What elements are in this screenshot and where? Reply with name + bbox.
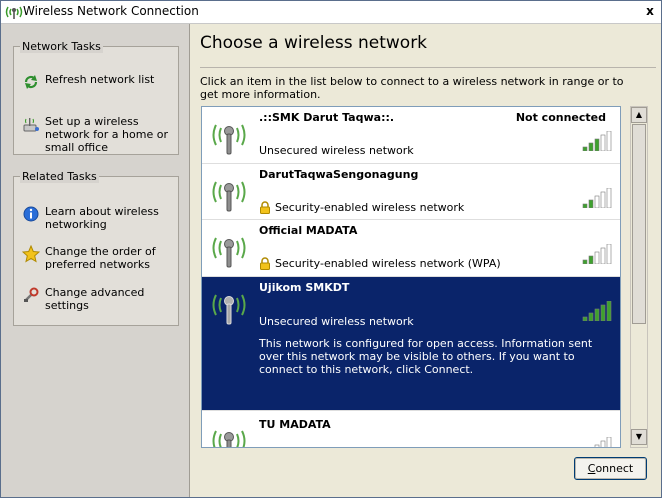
signal-bar (600, 440, 606, 447)
change-advanced-settings-label: Change advanced settings (45, 286, 145, 312)
signal-strength-icon (582, 131, 612, 151)
title-bar[interactable]: Wireless Network Connection x (1, 1, 661, 24)
signal-bar (600, 304, 606, 321)
network-security-label: Unsecured wireless network (259, 144, 414, 157)
antenna-icon (212, 124, 246, 155)
network-item-selected[interactable]: Ujikom SMKDT Unsecured wireless network … (202, 277, 620, 411)
signal-bar (606, 131, 612, 151)
refresh-network-list-link[interactable]: Refresh network list (22, 73, 172, 91)
antenna-icon (212, 237, 246, 268)
setup-wireless-network-label: Set up a wireless network for a home or … (45, 115, 168, 154)
change-order-preferred-link[interactable]: Change the order of preferred networks (22, 245, 172, 271)
network-ssid: .::SMK Darut Taqwa::. (259, 111, 395, 124)
wireless-icon (5, 6, 23, 19)
signal-strength-icon (594, 437, 612, 447)
signal-strength-icon (582, 244, 612, 264)
divider (200, 67, 656, 68)
signal-bar (594, 251, 600, 264)
signal-bar (582, 316, 588, 321)
network-tasks-panel: Network Tasks Refresh network list Set u… (13, 40, 179, 155)
network-security-label: Unsecured wireless network (259, 315, 414, 328)
signal-bar (594, 195, 600, 208)
signal-bar (600, 191, 606, 208)
close-icon[interactable]: x (643, 4, 657, 18)
lock-icon (260, 201, 270, 214)
instructions-text: Click an item in the list below to conne… (200, 75, 624, 101)
network-list[interactable]: .::SMK Darut Taqwa::. Not connected Unse… (201, 106, 621, 448)
lock-icon (260, 257, 270, 270)
signal-bar (582, 146, 588, 151)
network-security-label: Security-enabled wireless network (275, 201, 465, 214)
settings-icon (24, 287, 39, 302)
antenna-icon (212, 294, 246, 325)
network-ssid: DarutTaqwaSengonagung (259, 168, 419, 181)
signal-strength-icon (582, 188, 612, 208)
network-ssid: Official MADATA (259, 224, 358, 237)
setup-network-icon (23, 118, 39, 132)
signal-bar (588, 312, 594, 321)
sidebar: Network Tasks Refresh network list Set u… (1, 24, 190, 497)
signal-bar (594, 308, 600, 321)
network-item[interactable]: .::SMK Darut Taqwa::. Not connected Unse… (202, 107, 620, 164)
refresh-network-list-label: Refresh network list (45, 73, 155, 86)
connect-button[interactable]: Connect (574, 457, 647, 480)
network-status: Not connected (515, 111, 606, 124)
setup-wireless-network-link[interactable]: Set up a wireless network for a home or … (22, 115, 172, 154)
antenna-icon (212, 430, 246, 447)
scroll-thumb[interactable] (632, 124, 646, 324)
network-item[interactable]: TU MADATA (202, 411, 620, 447)
network-security: Security-enabled wireless network (259, 201, 464, 214)
learn-about-wireless-link[interactable]: Learn about wireless networking (22, 205, 172, 231)
signal-bar (606, 301, 612, 321)
network-security: Unsecured wireless network (259, 144, 414, 157)
connect-button-label: onnect (595, 462, 634, 475)
signal-bar (588, 142, 594, 151)
signal-bar (582, 203, 588, 208)
refresh-icon (24, 75, 38, 89)
signal-bar (600, 134, 606, 151)
network-security: Unsecured wireless network (259, 315, 414, 328)
signal-bar (606, 188, 612, 208)
window-title: Wireless Network Connection (23, 4, 199, 18)
scroll-up-arrow-icon[interactable]: ▲ (631, 107, 647, 123)
network-security: Security-enabled wireless network (WPA) (259, 257, 501, 270)
star-icon (22, 245, 40, 263)
network-list-scrollbar[interactable]: ▲ ▼ (630, 106, 648, 448)
signal-bar (606, 244, 612, 264)
page-title: Choose a wireless network (200, 33, 428, 53)
change-advanced-settings-link[interactable]: Change advanced settings (22, 286, 172, 312)
signal-bar (606, 437, 612, 447)
antenna-icon (212, 181, 246, 212)
network-description: This network is configured for open acce… (259, 337, 593, 376)
signal-bar (588, 255, 594, 264)
wireless-network-connection-window: Wireless Network Connection x Network Ta… (0, 0, 662, 498)
signal-strength-icon (582, 301, 612, 321)
signal-bar (588, 199, 594, 208)
network-ssid: Ujikom SMKDT (259, 281, 350, 294)
scroll-down-arrow-icon[interactable]: ▼ (631, 429, 647, 445)
signal-bar (600, 247, 606, 264)
signal-bar (582, 259, 588, 264)
network-security-label: Security-enabled wireless network (WPA) (275, 257, 501, 270)
related-tasks-header: Related Tasks (20, 170, 99, 183)
network-tasks-header: Network Tasks (20, 40, 103, 53)
network-item[interactable]: DarutTaqwaSengonagung Security-enabled w… (202, 164, 620, 220)
signal-bar (594, 138, 600, 151)
info-icon (23, 206, 39, 222)
network-item[interactable]: Official MADATA Security-enabled wireles… (202, 220, 620, 277)
learn-about-wireless-label: Learn about wireless networking (45, 205, 159, 231)
related-tasks-panel: Related Tasks Learn about wireless netwo… (13, 170, 179, 326)
main-content: Choose a wireless network Click an item … (190, 24, 661, 497)
signal-bar (594, 444, 600, 447)
network-ssid: TU MADATA (259, 418, 331, 431)
change-order-preferred-label: Change the order of preferred networks (45, 245, 156, 271)
